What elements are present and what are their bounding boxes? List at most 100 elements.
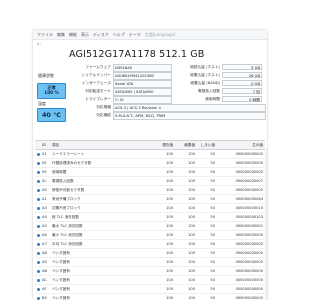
table-row[interactable]: AF ベンダ固有 100 100 50 000000000000: [35, 285, 265, 294]
table-row[interactable]: A5 最大 TLC 消去回数 100 100 50 000000000001: [35, 222, 265, 231]
column-header-threshold[interactable]: しきい値: [197, 141, 215, 149]
attribute-name: 総 TLC 消去回数: [52, 215, 79, 219]
status-dot-icon: [37, 168, 41, 176]
nand-writes-label: 総書込量 (NAND): [190, 81, 220, 85]
drive-tab-c[interactable]: C:: [37, 42, 41, 46]
threshold-value: 50: [210, 269, 215, 273]
status-dot-icon: [37, 215, 40, 219]
table-row[interactable]: A6 最小 TLC 消去回数 100 100 50 000000000000: [35, 231, 265, 240]
worst-value: 100: [188, 242, 195, 246]
threshold-value: 50: [210, 242, 215, 246]
temperature-label: 温度: [38, 101, 46, 106]
current-value: 100: [166, 197, 173, 201]
info-row: ドライブレター C: D: 使用時間 0 時間: [69, 95, 265, 104]
table-row[interactable]: A8 ベンダ固有 100 100 50 000000000000: [35, 249, 265, 258]
attribute-name: 電源投入回数: [52, 179, 74, 183]
table-row[interactable]: 0C 電源投入回数 100 100 50 000000000007: [35, 177, 265, 186]
raw-value: 000000000000: [235, 296, 263, 300]
table-row[interactable]: A1 有効予備ブロック 100 100 50 000000000064: [35, 195, 265, 204]
column-header-current[interactable]: 現在値: [153, 141, 173, 149]
attribute-id: B5: [42, 296, 47, 300]
worst-value: 100: [188, 287, 195, 291]
attribute-id: A9: [42, 260, 47, 264]
attribute-name: 初期不良ブロック: [52, 206, 81, 210]
threshold-value: 50: [210, 161, 215, 165]
current-value: 100: [166, 179, 173, 183]
status-dot-icon: [37, 287, 40, 291]
table-row[interactable]: 05 代替処理済みのセクタ数 100 100 50 000000000000: [35, 159, 265, 168]
raw-value: 000000000000: [235, 161, 263, 165]
menu-function[interactable]: 機能: [69, 32, 77, 38]
table-row[interactable]: A7 平均 TLC 消去回数 100 100 50 000000000000: [35, 240, 265, 249]
current-value: 100: [166, 251, 173, 255]
drive-title: AGI512G17A1178 512.1 GB: [69, 49, 205, 60]
raw-value: 000000000000: [235, 287, 263, 291]
status-dot-icon: [37, 251, 40, 255]
menu-view[interactable]: 表示: [81, 32, 89, 38]
table-row[interactable]: A3 初期不良ブロック 100 100 50 000000000010: [35, 204, 265, 213]
threshold-value: 50: [210, 179, 215, 183]
menu-disk[interactable]: ディスク: [93, 32, 109, 38]
status-dot-icon: [37, 213, 41, 221]
status-dot-icon: [37, 233, 40, 237]
table-row[interactable]: A9 ベンダ固有 100 100 50 000000000000: [35, 258, 265, 267]
status-dot-icon: [37, 249, 41, 257]
raw-value: 000000000000: [235, 251, 263, 255]
attribute-id: A5: [42, 224, 47, 228]
table-row[interactable]: B5 ベンダ固有 100 100 50 000000000000: [35, 294, 265, 300]
status-dot-icon: [37, 269, 40, 273]
attribute-id: AC: [42, 278, 47, 282]
table-row[interactable]: A0 修復不可能セクタ数 100 100 50 000000000000: [35, 186, 265, 195]
attribute-name: 最小 TLC 消去回数: [52, 233, 83, 237]
table-row[interactable]: A4 総 TLC 消去回数 100 100 50 000000000103: [35, 213, 265, 222]
threshold-value: 50: [210, 233, 215, 237]
current-value: 100: [166, 161, 173, 165]
table-row[interactable]: AB ベンダ固有 100 100 50 000000000000: [35, 267, 265, 276]
status-dot-icon: [37, 285, 41, 293]
column-header-attribute[interactable]: 項目: [52, 141, 150, 149]
raw-value: 000000000007: [235, 179, 263, 183]
transfer-mode-label: 対応転送モード: [85, 89, 111, 93]
menu-theme[interactable]: テーマ: [129, 32, 141, 38]
status-dot-icon: [37, 278, 40, 282]
raw-value: 000000000000: [235, 170, 263, 174]
status-dot-icon: [37, 150, 41, 158]
column-header-worst[interactable]: 最悪値: [175, 141, 195, 149]
attribute-name: ベンダ固有: [52, 287, 70, 291]
menu-language[interactable]: 言語(Language): [145, 32, 176, 38]
table-row[interactable]: 09 使用時間 100 100 50 000000000000: [35, 168, 265, 177]
worst-value: 100: [188, 251, 195, 255]
health-status-badge[interactable]: 正常 100 %: [37, 83, 66, 99]
worst-value: 100: [188, 269, 195, 273]
raw-value: 000000000000: [235, 278, 263, 282]
status-dot-icon: [37, 231, 41, 239]
health-percent: 100 %: [44, 90, 59, 96]
menu-edit[interactable]: 編集: [57, 32, 65, 38]
table-row[interactable]: 01 リードエラーレート 100 100 50 000000000000: [35, 150, 265, 159]
status-dot-icon: [37, 242, 40, 246]
current-value: 100: [166, 215, 173, 219]
menu-help[interactable]: ヘルプ: [113, 32, 125, 38]
serial-label: シリアルナンバー: [81, 73, 111, 77]
temperature-badge[interactable]: 40 °C: [37, 108, 66, 122]
worst-value: 100: [188, 152, 195, 156]
threshold-value: 50: [210, 251, 215, 255]
status-dot-icon: [37, 170, 40, 174]
table-scrollbar[interactable]: [265, 149, 267, 300]
attribute-name: 修復不可能セクタ数: [52, 188, 85, 192]
attribute-name: ベンダ固有: [52, 260, 70, 264]
column-header-id[interactable]: ID: [42, 141, 51, 149]
worst-value: 100: [188, 161, 195, 165]
status-dot-icon: [37, 204, 41, 212]
menu-file[interactable]: ファイル: [37, 32, 53, 38]
column-header-raw[interactable]: 生の値: [217, 141, 263, 149]
threshold-value: 50: [210, 188, 215, 192]
attribute-id: A0: [42, 188, 47, 192]
table-row[interactable]: AC ベンダ固有 100 100 50 000000000000: [35, 276, 265, 285]
attribute-id: A4: [42, 215, 47, 219]
status-dot-icon: [37, 195, 41, 203]
current-value: 100: [166, 206, 173, 210]
raw-value: 000000000000: [235, 269, 263, 273]
info-row: 対応転送モード SATA/600 | SATA/600 電源投入回数 7 回: [69, 87, 265, 96]
threshold-value: 50: [210, 224, 215, 228]
